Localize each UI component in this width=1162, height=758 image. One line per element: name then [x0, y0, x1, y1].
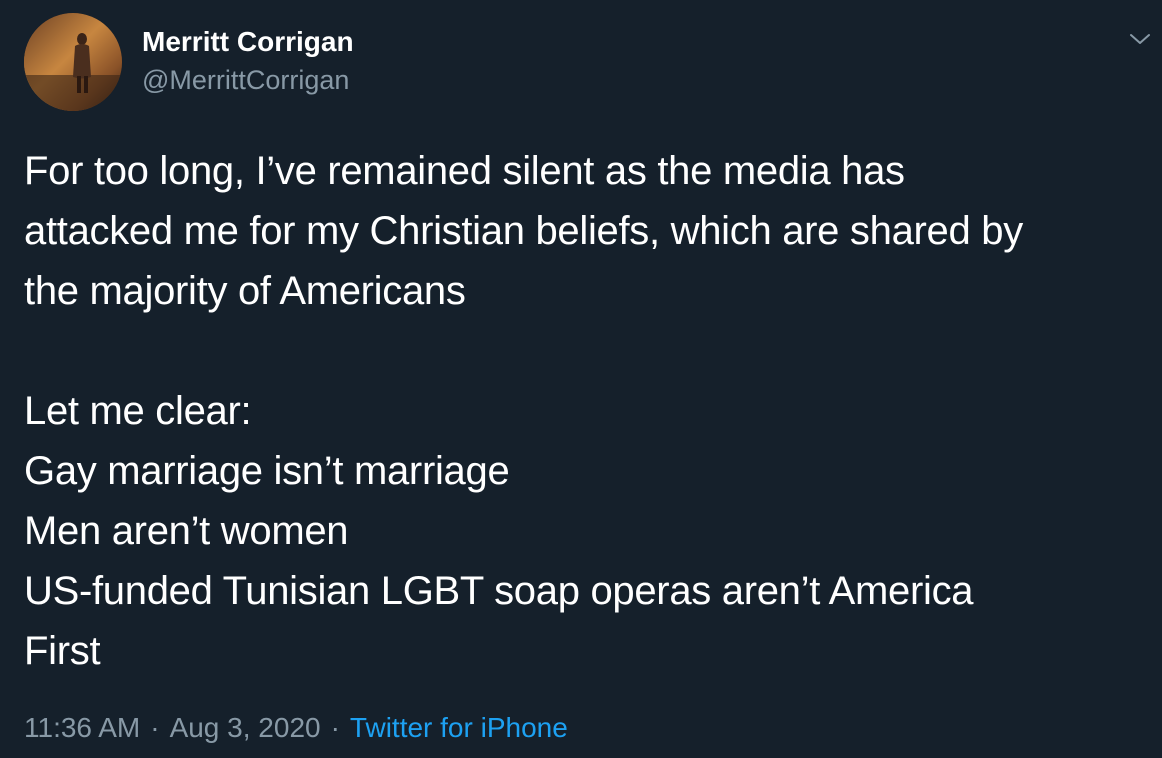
tweet-text-line: First: [24, 629, 101, 673]
chevron-down-icon[interactable]: [1127, 26, 1153, 52]
avatar[interactable]: [24, 13, 122, 111]
tweet-date[interactable]: Aug 3, 2020: [170, 712, 321, 743]
tweet-text-line: attacked me for my Christian beliefs, wh…: [24, 209, 1023, 253]
tweet-text-line: Men aren’t women: [24, 509, 349, 553]
tweet-card: Merritt Corrigan @MerrittCorrigan For to…: [0, 0, 1162, 758]
tweet-text-line: Gay marriage isn’t marriage: [24, 449, 510, 493]
author-info[interactable]: Merritt Corrigan @MerrittCorrigan: [142, 24, 354, 98]
tweet-text-line: Let me clear:: [24, 389, 252, 433]
separator-dot: ·: [330, 712, 340, 743]
tweet-text: For too long, I’ve remained silent as th…: [24, 141, 1154, 681]
tweet-time[interactable]: 11:36 AM: [24, 712, 140, 743]
tweet-text-line: the majority of Americans: [24, 269, 466, 313]
separator-dot: ·: [150, 712, 160, 743]
tweet-metadata: 11:36 AM · Aug 3, 2020 · Twitter for iPhone: [24, 708, 568, 748]
tweet-source-link[interactable]: Twitter for iPhone: [350, 712, 568, 743]
avatar-image: [24, 13, 122, 111]
username-handle[interactable]: @MerrittCorrigan: [142, 62, 354, 98]
tweet-text-line: For too long, I’ve remained silent as th…: [24, 149, 905, 193]
tweet-text-line: US-funded Tunisian LGBT soap operas aren…: [24, 569, 974, 613]
display-name[interactable]: Merritt Corrigan: [142, 24, 354, 60]
